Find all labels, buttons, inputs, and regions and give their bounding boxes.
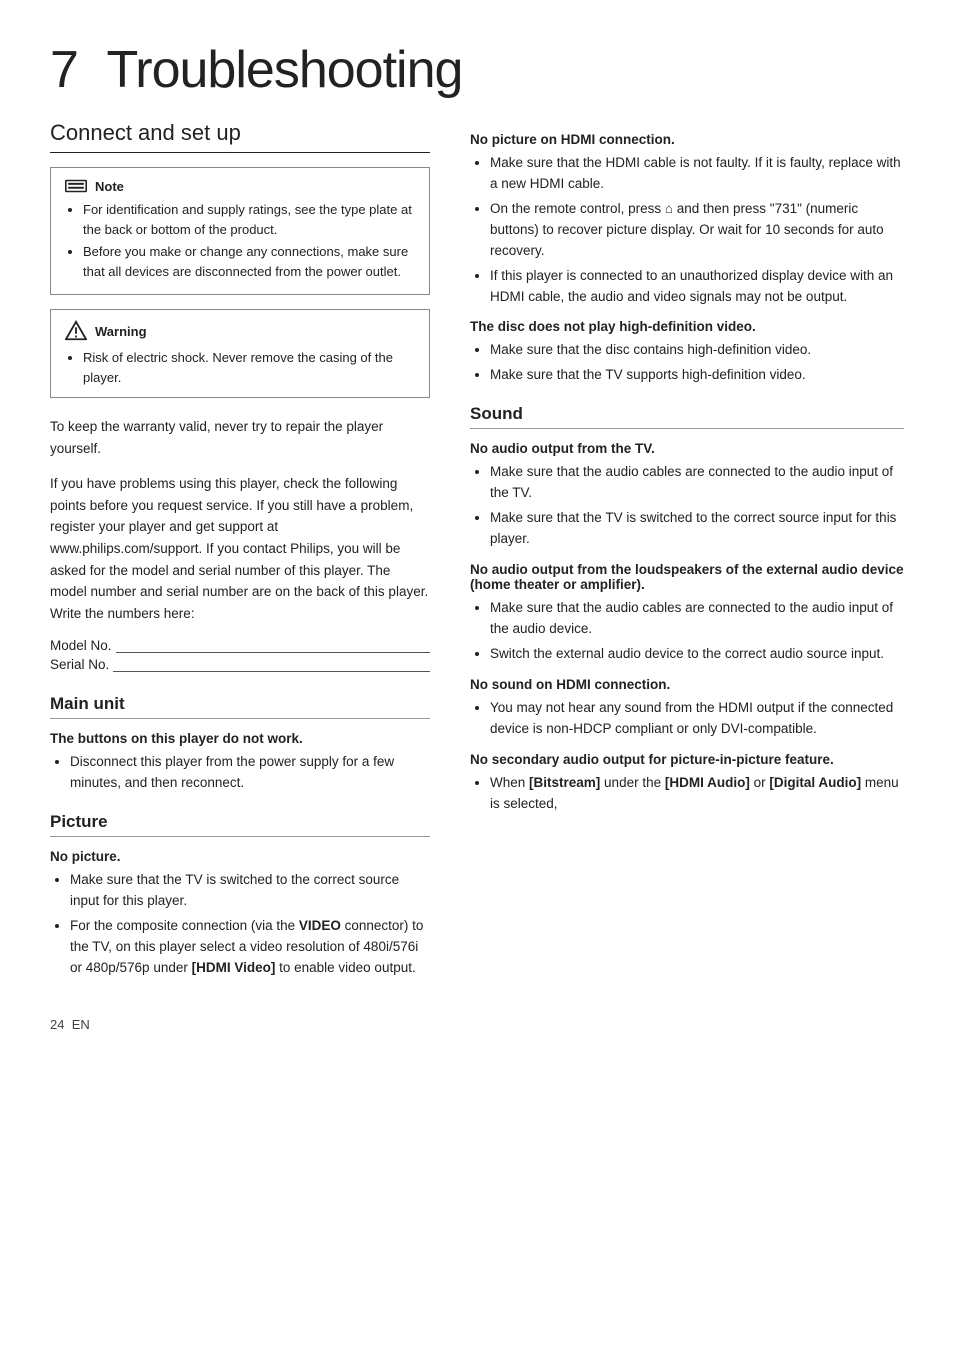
model-label: Model No. — [50, 638, 112, 653]
warning-icon — [65, 320, 87, 342]
note-icon — [65, 178, 87, 194]
list-item: Make sure that the TV is switched to the… — [490, 508, 904, 550]
note-list: For identification and supply ratings, s… — [65, 200, 415, 281]
list-item: Make sure that the HDMI cable is not fau… — [490, 153, 904, 195]
note-box: Note For identification and supply ratin… — [50, 167, 430, 295]
main-unit-title: Main unit — [50, 694, 430, 719]
no-picture-list: Make sure that the TV is switched to the… — [50, 870, 430, 979]
picture-title: Picture — [50, 812, 430, 837]
note-label: Note — [95, 179, 124, 194]
page-footer: 24 EN — [50, 1017, 904, 1032]
warning-label: Warning — [95, 324, 147, 339]
list-item: Make sure that the disc contains high-de… — [490, 340, 904, 361]
no-audio-tv-title: No audio output from the TV. — [470, 441, 904, 456]
no-sound-hdmi-title: No sound on HDMI connection. — [470, 677, 904, 692]
no-audio-tv-list: Make sure that the audio cables are conn… — [470, 462, 904, 550]
no-hd-title: The disc does not play high-definition v… — [470, 319, 904, 334]
warning-list: Risk of electric shock. Never remove the… — [65, 348, 415, 387]
list-item: Disconnect this player from the power su… — [70, 752, 430, 794]
no-sound-hdmi-list: You may not hear any sound from the HDMI… — [470, 698, 904, 740]
list-item: When [Bitstream] under the [HDMI Audio] … — [490, 773, 904, 815]
list-item: For the composite connection (via the VI… — [70, 916, 430, 979]
warning-box: Warning Risk of electric shock. Never re… — [50, 309, 430, 398]
sound-title: Sound — [470, 404, 904, 429]
list-item: Make sure that the TV supports high-defi… — [490, 365, 904, 386]
no-hdmi-picture-title: No picture on HDMI connection. — [470, 132, 904, 147]
no-audio-ext-title: No audio output from the loudspeakers of… — [470, 562, 904, 592]
model-serial-section: Model No. Serial No. — [50, 638, 430, 672]
list-item: Make sure that the audio cables are conn… — [490, 462, 904, 504]
note-item: Before you make or change any connection… — [83, 242, 415, 281]
chapter-title: 7 Troubleshooting — [50, 40, 904, 100]
body-text-1: To keep the warranty valid, never try to… — [50, 416, 430, 459]
connect-setup-title: Connect and set up — [50, 120, 430, 153]
no-hdmi-picture-list: Make sure that the HDMI cable is not fau… — [470, 153, 904, 307]
list-item: If this player is connected to an unauth… — [490, 266, 904, 308]
no-secondary-list: When [Bitstream] under the [HDMI Audio] … — [470, 773, 904, 815]
no-secondary-title: No secondary audio output for picture-in… — [470, 752, 904, 767]
no-hd-list: Make sure that the disc contains high-de… — [470, 340, 904, 386]
no-audio-ext-list: Make sure that the audio cables are conn… — [470, 598, 904, 665]
serial-label: Serial No. — [50, 657, 109, 672]
list-item: Switch the external audio device to the … — [490, 644, 904, 665]
buttons-problem-title: The buttons on this player do not work. — [50, 731, 430, 746]
list-item: You may not hear any sound from the HDMI… — [490, 698, 904, 740]
list-item: On the remote control, press ⌂ and then … — [490, 199, 904, 262]
body-text-2: If you have problems using this player, … — [50, 473, 430, 624]
no-picture-title: No picture. — [50, 849, 430, 864]
list-item: Make sure that the TV is switched to the… — [70, 870, 430, 912]
note-item: For identification and supply ratings, s… — [83, 200, 415, 239]
warning-item: Risk of electric shock. Never remove the… — [83, 348, 415, 387]
buttons-problem-list: Disconnect this player from the power su… — [50, 752, 430, 794]
list-item: Make sure that the audio cables are conn… — [490, 598, 904, 640]
